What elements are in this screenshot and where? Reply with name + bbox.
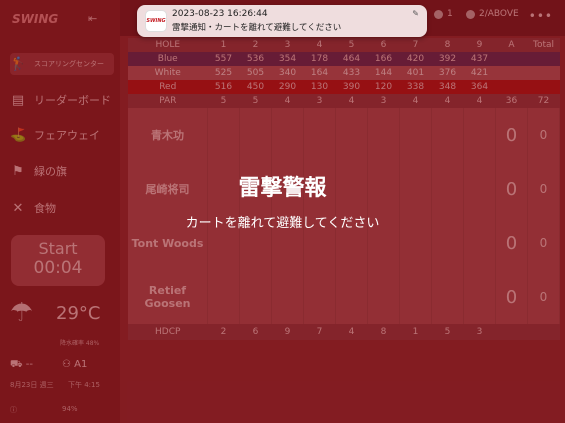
lightning-alert-overlay[interactable]: 雷撃警報 カートを離れて避難してください [0, 0, 565, 423]
alert-title: 雷撃警報 [238, 176, 327, 201]
close-icon[interactable]: ✎ [412, 9, 419, 18]
notification-text: 雷撃通知・カートを離れて避難してください [172, 23, 342, 33]
notification-banner[interactable]: SWING 2023-08-23 16:26:44 雷撃通知・カートを離れて避難… [137, 5, 427, 37]
alert-message: カートを離れて避難してください [185, 216, 380, 231]
app-icon: SWING [145, 10, 167, 32]
notification-timestamp: 2023-08-23 16:26:44 [172, 9, 268, 19]
